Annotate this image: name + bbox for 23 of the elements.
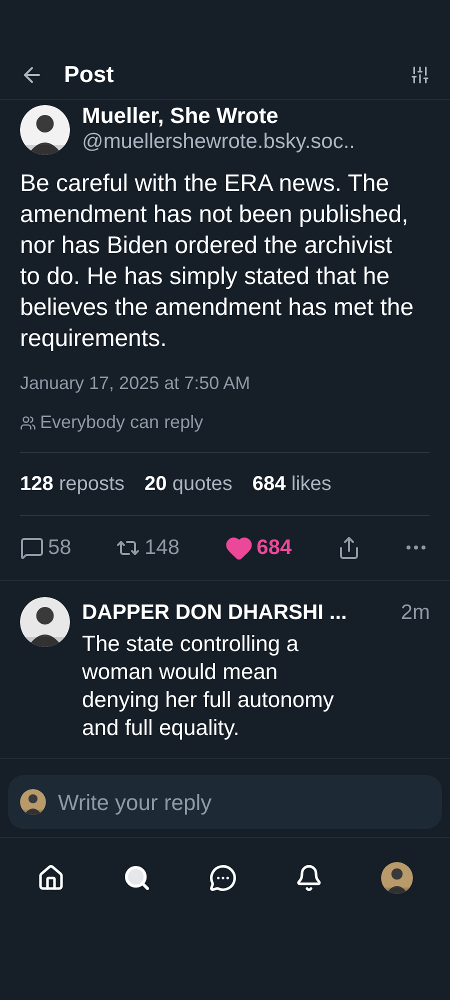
- reply-time: 2m: [400, 600, 430, 626]
- stat-link[interactable]: 128 reposts: [20, 469, 125, 499]
- reply-text: The state controlling a woman would mean denying her full autonomy and full equality.: [82, 630, 335, 742]
- more-button[interactable]: [406, 545, 426, 550]
- page-title: Post: [64, 60, 115, 90]
- post-text: Be careful with the ERA news. The amendment has not been published, nor has Biden ordered the archivist to do. He has simply stated that he believes the amendment has met the requirements.: [20, 169, 415, 354]
- more-icon: [406, 545, 426, 550]
- reply-setting[interactable]: Everybody can reply: [40, 409, 204, 436]
- repost-button[interactable]: 148: [116, 532, 180, 564]
- reply-placeholder: Write your reply: [58, 788, 212, 817]
- post-timestamp: January 17, 2025 at 7:50 AM: [20, 372, 252, 395]
- reply-composer[interactable]: Write your reply: [8, 775, 442, 829]
- sliders-icon: [410, 64, 430, 84]
- speech-bubble-icon: [20, 536, 44, 560]
- reply-author[interactable]: DAPPER DON DHARSHI ...: [82, 596, 347, 628]
- stat-link[interactable]: 684 likes: [252, 469, 332, 499]
- author-handle[interactable]: @muellershewrote.bsky.soc..: [82, 128, 356, 156]
- like-button[interactable]: 684: [224, 532, 292, 564]
- reply-button[interactable]: 58: [20, 532, 72, 564]
- people-icon: [20, 414, 36, 430]
- stat-link[interactable]: 20 quotes: [144, 469, 232, 499]
- author-name[interactable]: Mueller, She Wrote: [82, 104, 356, 128]
- filter-button[interactable]: [410, 64, 430, 84]
